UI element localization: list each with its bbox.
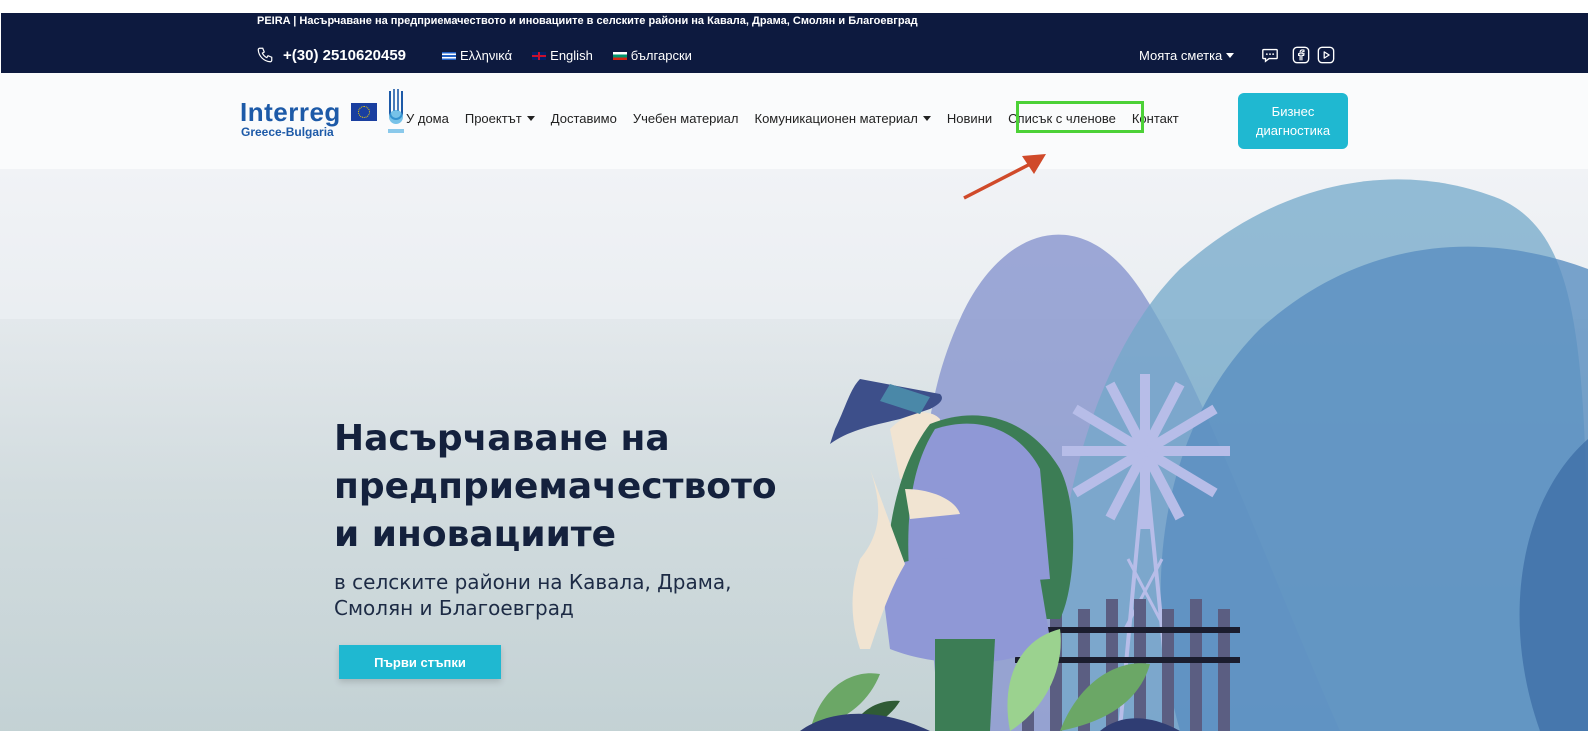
nav-item-label: Списък с членове	[1008, 111, 1116, 126]
language-greek[interactable]: Ελληνικά	[442, 48, 512, 63]
hero-title: Насърчаване на предприемачеството и инов…	[334, 418, 777, 555]
nav-item-label: Учебен материал	[632, 111, 739, 126]
youtube-icon	[1317, 46, 1335, 64]
language-english[interactable]: English	[532, 48, 593, 63]
nav-item-label: Комуникационен материал	[754, 111, 918, 126]
main-navigation: Interreg Greece-Bulgaria У дома Проектът…	[0, 73, 1588, 169]
uk-flag-icon	[532, 51, 547, 60]
caret-down-icon	[1226, 53, 1235, 58]
peira-logo-icon	[388, 89, 404, 133]
logo-region-text: Greece-Bulgaria	[241, 125, 334, 139]
site-tagline: PEIRA | Насърчаване на предприемачествот…	[257, 15, 918, 27]
facebook-icon	[1292, 46, 1310, 64]
bulgarian-flag-icon	[612, 51, 627, 60]
nav-item-news[interactable]: Новини	[939, 111, 1000, 126]
nav-item-project[interactable]: Проектът	[457, 111, 543, 126]
business-diagnostics-button[interactable]: Бизнес диагностика	[1238, 93, 1348, 149]
site-logo[interactable]: Interreg Greece-Bulgaria	[240, 87, 410, 147]
greek-flag-icon	[442, 51, 456, 60]
language-bulgarian[interactable]: български	[612, 48, 692, 63]
chat-link[interactable]	[1261, 46, 1279, 64]
nav-item-label: Новини	[946, 111, 993, 126]
nav-item-label: У дома	[406, 111, 449, 126]
nav-menu: У дома Проектът Доставимо Учебен материа…	[406, 111, 1187, 126]
nav-item-members-list[interactable]: Списък с членове	[1000, 111, 1124, 126]
language-label: Ελληνικά	[460, 48, 513, 63]
phone-number[interactable]: +(30) 2510620459	[283, 47, 406, 64]
nav-item-label: Доставимо	[550, 111, 617, 126]
language-label: English	[550, 48, 593, 63]
eu-flag-icon	[351, 103, 377, 121]
language-switcher: Ελληνικά English български	[442, 48, 692, 63]
get-started-button[interactable]: Първи стъпки	[339, 645, 501, 679]
nav-item-label: Проектът	[464, 111, 522, 126]
facebook-link[interactable]	[1292, 46, 1310, 64]
nav-item-communication-material[interactable]: Комуникационен материал	[747, 111, 939, 126]
nav-item-training-material[interactable]: Учебен материал	[625, 111, 747, 126]
caret-down-icon	[526, 116, 535, 121]
my-account-dropdown[interactable]: Моята сметка	[1139, 48, 1235, 63]
my-account-label: Моята сметка	[1139, 48, 1223, 63]
phone-icon	[257, 47, 273, 63]
nav-item-home[interactable]: У дома	[406, 111, 457, 126]
nav-item-label: Контакт	[1131, 111, 1179, 126]
top-bar: PEIRA | Насърчаване на предприемачествот…	[1, 13, 1588, 73]
hero-subtitle: в селските райони на Кавала, Драма, Смол…	[334, 570, 732, 620]
youtube-link[interactable]	[1317, 46, 1335, 64]
nav-item-deliverables[interactable]: Доставимо	[543, 111, 625, 126]
chat-icon	[1262, 48, 1278, 63]
hero-section: Насърчаване на предприемачеството и инов…	[0, 169, 1588, 731]
phone-contact[interactable]: +(30) 2510620459	[255, 46, 406, 64]
nav-item-contact[interactable]: Контакт	[1124, 111, 1187, 126]
annotation-arrow-icon	[963, 154, 1046, 200]
language-label: български	[630, 48, 692, 63]
caret-down-icon	[922, 116, 931, 121]
logo-interreg-text: Interreg	[240, 97, 341, 127]
